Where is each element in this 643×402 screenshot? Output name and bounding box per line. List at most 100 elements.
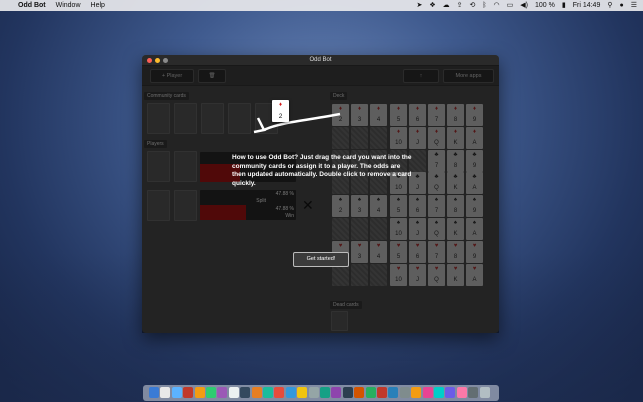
dock-app-icon[interactable]	[297, 387, 308, 398]
deck-card[interactable]: ♣ Q	[428, 172, 445, 194]
dock-app-icon[interactable]	[468, 387, 479, 398]
dock-app-icon[interactable]	[354, 387, 365, 398]
dock-app-icon[interactable]	[240, 387, 251, 398]
deck-card[interactable]: ♦ K	[447, 127, 464, 149]
battery-text[interactable]: 100 %	[535, 0, 555, 11]
deck-card[interactable]: ♦ Q	[428, 127, 445, 149]
remove-player-icon[interactable]: ✕	[302, 197, 314, 214]
deck-card[interactable]: ♠ 2	[332, 195, 349, 217]
upload-icon[interactable]: ⇪	[457, 0, 463, 11]
airplay-icon[interactable]: ▭	[507, 0, 514, 11]
share-button[interactable]: ↑	[403, 69, 439, 83]
more-apps-button[interactable]: More apps	[443, 69, 494, 83]
community-card-slot[interactable]	[174, 103, 197, 134]
dock-app-icon[interactable]	[377, 387, 387, 398]
deck-card[interactable]: ♦ 6	[409, 104, 426, 126]
player-1-card-slot[interactable]	[174, 151, 197, 182]
cloud-icon[interactable]: ☁	[443, 0, 450, 11]
deck-card[interactable]: ♠ 7	[428, 195, 445, 217]
deck-card[interactable]: ♠ 10	[390, 218, 407, 240]
dock-app-icon[interactable]	[411, 387, 422, 398]
deck-card[interactable]: ♥ 3	[351, 241, 368, 263]
deck-card[interactable]: ♣ 9	[466, 150, 483, 172]
deck-card[interactable]: ♥ 10	[390, 264, 407, 286]
dock-app-icon[interactable]	[320, 387, 330, 398]
player-2-card-slot[interactable]	[147, 190, 170, 221]
dock-app-icon[interactable]	[263, 387, 273, 398]
dock-app-icon[interactable]	[149, 387, 159, 398]
deck-card[interactable]: ♥ Q	[428, 264, 445, 286]
dock-app-icon[interactable]	[388, 387, 399, 398]
dock-app-icon[interactable]	[308, 387, 319, 398]
deck-card[interactable]: ♥ 4	[370, 241, 387, 263]
deck-card[interactable]: ♣ A	[466, 172, 483, 194]
bluetooth-icon[interactable]: ᛒ	[482, 0, 486, 11]
deck-card[interactable]: ♥ A	[466, 264, 483, 286]
dock-app-icon[interactable]	[228, 387, 239, 398]
deck-card[interactable]: ♣ 7	[428, 150, 445, 172]
maximize-window-button[interactable]	[163, 58, 168, 63]
community-card-slot[interactable]	[201, 103, 224, 134]
dock-app-icon[interactable]	[171, 387, 182, 398]
player-2-card-slot[interactable]	[174, 190, 197, 221]
deck-card[interactable]: ♣ K	[447, 172, 464, 194]
deck-card[interactable]: ♠ 8	[447, 195, 464, 217]
dragged-card[interactable]: ♦ 2	[272, 100, 289, 122]
deck-card[interactable]: ♠ 6	[409, 195, 426, 217]
dock-app-icon[interactable]	[194, 387, 205, 398]
deck-card[interactable]: ♥ 5	[390, 241, 407, 263]
dock-app-icon[interactable]	[274, 387, 285, 398]
menu-app-name[interactable]: Odd Bot	[18, 0, 46, 11]
deck-card[interactable]: ♥ 9	[466, 241, 483, 263]
deck-card[interactable]: ♦ 3	[351, 104, 368, 126]
deck-card[interactable]: ♦ 5	[390, 104, 407, 126]
dock-app-icon[interactable]	[365, 387, 376, 398]
siri-icon[interactable]: ●	[619, 0, 623, 11]
trash-button[interactable]: 🗑	[198, 69, 226, 83]
dock-app-icon[interactable]	[160, 387, 171, 398]
dock-app-icon[interactable]	[206, 387, 216, 398]
spotlight-search-icon[interactable]: ⚲	[607, 0, 612, 11]
menu-window[interactable]: Window	[56, 0, 81, 11]
deck-card[interactable]: ♠ 9	[466, 195, 483, 217]
deck-card[interactable]: ♦ A	[466, 127, 483, 149]
dock-app-icon[interactable]	[456, 387, 467, 398]
deck-card[interactable]: ♦ J	[409, 127, 426, 149]
deck-card[interactable]: ♦ 9	[466, 104, 483, 126]
dead-card-slot[interactable]	[331, 311, 348, 331]
time-machine-icon[interactable]: ⟲	[469, 0, 475, 11]
dock-app-icon[interactable]	[399, 387, 410, 398]
deck-card[interactable]: ♦ 8	[447, 104, 464, 126]
dock-app-icon[interactable]	[285, 387, 296, 398]
community-card-slot[interactable]	[228, 103, 251, 134]
deck-card[interactable]: ♠ Q	[428, 218, 445, 240]
menu-help[interactable]: Help	[91, 0, 105, 11]
get-started-button[interactable]: Get started!	[293, 252, 349, 267]
deck-card[interactable]: ♥ K	[447, 264, 464, 286]
deck-card[interactable]: ♥ 6	[409, 241, 426, 263]
minimize-window-button[interactable]	[155, 58, 160, 63]
deck-card[interactable]: ♠ K	[447, 218, 464, 240]
close-window-button[interactable]	[147, 58, 152, 63]
deck-card[interactable]: ♦ 10	[390, 127, 407, 149]
deck-card[interactable]: ♥ J	[409, 264, 426, 286]
add-player-button[interactable]: + Player	[150, 69, 194, 83]
clock[interactable]: Fri 14:49	[573, 0, 601, 11]
dock-app-icon[interactable]	[434, 387, 444, 398]
deck-card[interactable]: ♥ 7	[428, 241, 445, 263]
deck-card[interactable]: ♠ 4	[370, 195, 387, 217]
deck-card[interactable]: ♦ 4	[370, 104, 387, 126]
community-card-slot[interactable]	[147, 103, 170, 134]
deck-card[interactable]: ♠ A	[466, 218, 483, 240]
deck-card[interactable]: ♥ 8	[447, 241, 464, 263]
deck-card[interactable]: ♠ J	[409, 218, 426, 240]
dock-app-icon[interactable]	[217, 387, 228, 398]
notification-center-icon[interactable]: ☰	[631, 0, 637, 11]
location-icon[interactable]: ➤	[416, 0, 422, 11]
dock-app-icon[interactable]	[422, 387, 433, 398]
dock-app-icon[interactable]	[479, 387, 490, 398]
wifi-icon[interactable]: ◠	[494, 0, 500, 11]
deck-card[interactable]: ♦ 7	[428, 104, 445, 126]
dock-app-icon[interactable]	[251, 387, 262, 398]
battery-icon[interactable]: ▮	[562, 0, 566, 11]
